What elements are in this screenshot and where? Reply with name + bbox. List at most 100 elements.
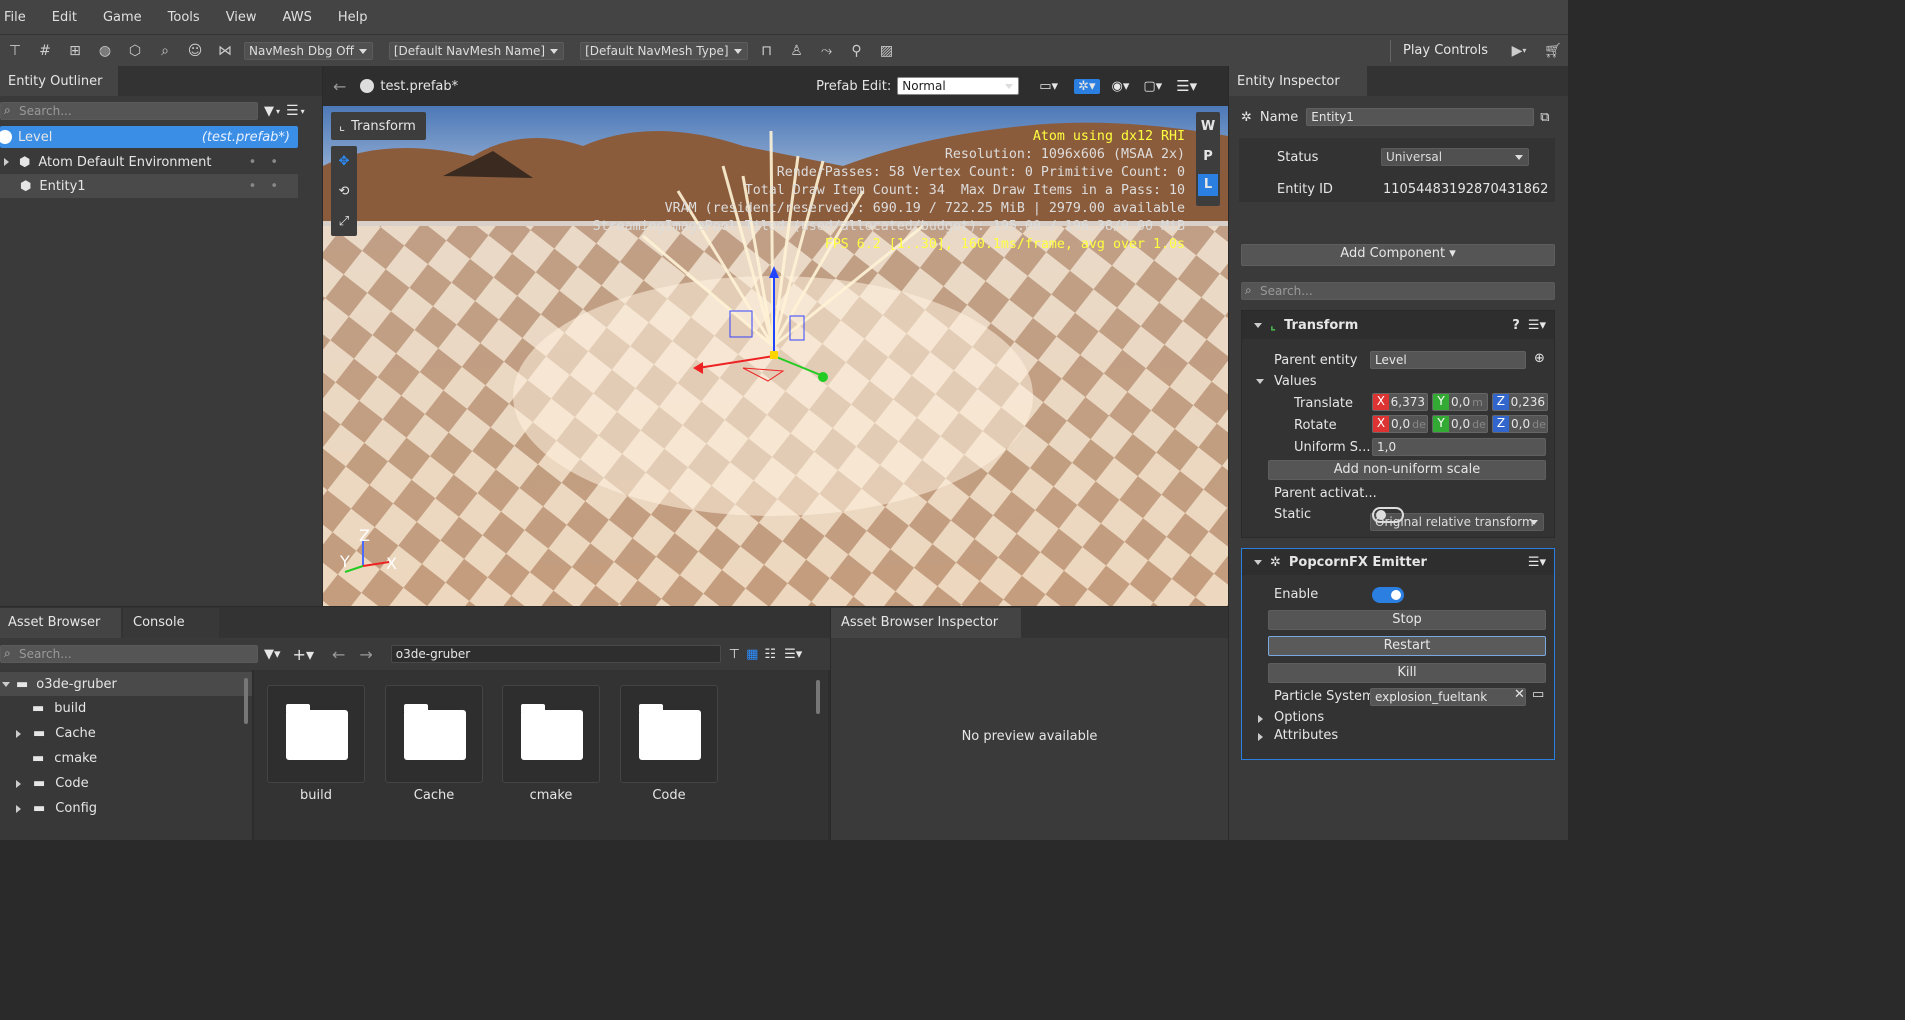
grid-view-icon[interactable]: ▦ [746, 647, 758, 662]
collapse-icon[interactable] [1254, 559, 1262, 565]
viewport-menu-icon[interactable]: ☰▾ [1176, 77, 1197, 95]
local-space-button[interactable]: L [1198, 174, 1218, 196]
network-icon[interactable]: ⋈ [214, 41, 236, 61]
tree-item-config[interactable]: ▬ Config [0, 796, 252, 821]
translate-y-field[interactable]: Y 0,0 m [1432, 393, 1488, 411]
wire-cube-icon[interactable]: ⬡ [124, 41, 146, 61]
rotate-y-field[interactable]: Y 0,0 de [1432, 415, 1488, 433]
tree-item-code[interactable]: ▬ Code [0, 771, 252, 796]
abi-tab[interactable]: Asset Browser Inspector [831, 607, 1021, 638]
path-field[interactable]: o3de-gruber [390, 645, 721, 663]
console-tab[interactable]: Console [123, 607, 219, 638]
component-search-input[interactable]: Search... [1241, 282, 1555, 300]
menu-aws[interactable]: AWS [283, 10, 312, 25]
folder-tile-build[interactable] [267, 685, 365, 783]
menu-icon[interactable]: ☰ [286, 103, 299, 119]
outliner-search-input[interactable]: Search... [0, 102, 258, 120]
collapse-icon[interactable] [1254, 322, 1262, 328]
people-icon[interactable]: ☺ [184, 41, 206, 61]
name-field[interactable]: Entity1 [1306, 108, 1535, 126]
view-menu-icon[interactable]: ☰▾ [784, 647, 802, 662]
scale-icon[interactable]: ⤢ [331, 206, 357, 236]
grid-snap-icon[interactable]: ⊞ [64, 41, 86, 61]
folder-tile-cmake[interactable] [502, 685, 600, 783]
tree-item-cmake[interactable]: ▬ cmake [0, 746, 252, 771]
grid-scrollbar[interactable] [816, 680, 820, 714]
help-icon[interactable]: ? [1512, 318, 1520, 333]
kill-button[interactable]: Kill [1268, 663, 1546, 683]
folder-tile-code[interactable] [620, 685, 718, 783]
asset-search-input[interactable]: Search... [0, 645, 258, 663]
menu-edit[interactable]: Edit [52, 10, 77, 25]
component-menu-icon[interactable]: ☰▾ [1528, 318, 1546, 333]
image-icon[interactable]: ▨ [876, 41, 898, 61]
browse-folder-icon[interactable]: ▭ [1532, 687, 1544, 702]
translate-x-field[interactable]: X 6,373 [1372, 393, 1428, 411]
back-arrow-icon[interactable]: ← [333, 77, 346, 96]
component-menu-icon[interactable]: ☰▾ [1528, 555, 1546, 570]
asset-browser-tab[interactable]: Asset Browser [0, 607, 121, 638]
path-icon[interactable]: ⤳ [816, 41, 838, 61]
walk-icon[interactable]: ♙ [786, 41, 808, 61]
filter-icon[interactable]: ▼▾ [264, 647, 281, 662]
world-space-button[interactable]: W [1196, 112, 1220, 142]
hierarchy-icon[interactable]: ⊤ [4, 41, 26, 61]
options-label[interactable]: Options [1274, 710, 1324, 725]
folder-tile-cache[interactable] [385, 685, 483, 783]
menu-tools[interactable]: Tools [168, 10, 200, 25]
attributes-expand-icon[interactable] [1258, 733, 1263, 741]
wire-sphere-icon[interactable]: ◍ [94, 41, 116, 61]
menu-help[interactable]: Help [338, 10, 368, 25]
clear-icon[interactable]: ✕ [1514, 687, 1525, 702]
parent-entity-field[interactable]: Level [1370, 351, 1526, 369]
eye-icon[interactable]: ◉▾ [1112, 79, 1130, 94]
viewport-3d[interactable]: Atom using dx12 RHI Resolution: 1096x606… [323, 106, 1228, 606]
layout-icon[interactable]: ▢▾ [1143, 79, 1162, 94]
search-map-icon[interactable]: ⌕ [154, 41, 176, 61]
values-collapse-icon[interactable] [1256, 379, 1264, 384]
cart-icon[interactable]: 🛒︎ [1542, 41, 1564, 61]
outliner-item-level[interactable]: Level (test.prefab*) [0, 126, 298, 148]
menu-chevron-icon[interactable]: ▾ [301, 107, 305, 116]
translate-z-field[interactable]: Z 0,236 [1492, 393, 1548, 411]
transform-mode-button[interactable]: ⌞ Transform [331, 112, 426, 140]
outliner-item-entity1[interactable]: ⬢ Entity1 •• [0, 174, 298, 198]
status-dropdown[interactable]: Universal [1381, 148, 1529, 166]
enable-toggle[interactable] [1372, 587, 1404, 603]
navmesh-type-dropdown[interactable]: [Default NavMesh Type] [580, 41, 748, 60]
rotate-icon[interactable]: ⟲ [331, 176, 357, 206]
viewport-tab[interactable]: test.prefab* [380, 79, 458, 94]
static-toggle[interactable] [1372, 507, 1404, 523]
expand-icon[interactable] [4, 158, 9, 166]
tree-item-root[interactable]: ▬ o3de-gruber [0, 672, 252, 696]
outliner-tab[interactable]: Entity Outliner [0, 66, 118, 96]
debug-icon[interactable]: ✲▾ [1074, 78, 1100, 94]
navmesh-name-dropdown[interactable]: [Default NavMesh Name] [388, 41, 565, 60]
tree-item-cache[interactable]: ▬ Cache [0, 721, 252, 746]
parent-space-button[interactable]: P [1196, 142, 1220, 172]
stop-button[interactable]: Stop [1268, 610, 1546, 630]
move-icon[interactable]: ✥ [331, 146, 357, 176]
rotate-z-field[interactable]: Z 0,0 de [1492, 415, 1548, 433]
attributes-label[interactable]: Attributes [1274, 728, 1338, 743]
grid-icon[interactable]: # [34, 41, 56, 61]
door-icon[interactable]: ⊓ [756, 41, 778, 61]
forward-arrow-icon[interactable]: → [359, 645, 372, 664]
tree-view-icon[interactable]: ⊤ [729, 647, 740, 662]
visibility-dots[interactable]: •• [249, 155, 292, 170]
camera-icon[interactable]: ▭▾ [1039, 79, 1058, 94]
prefab-edit-dropdown[interactable]: Normal [897, 77, 1020, 95]
pin-icon[interactable]: ⧉ [1540, 110, 1549, 125]
menu-view[interactable]: View [226, 10, 257, 25]
tree-item-build[interactable]: ▬ build [0, 696, 252, 721]
add-nonuniform-scale-button[interactable]: Add non-uniform scale [1268, 460, 1546, 480]
menu-game[interactable]: Game [103, 10, 142, 25]
outliner-item-atom-env[interactable]: ⬢ Atom Default Environment •• [0, 150, 322, 174]
add-icon[interactable]: +▾ [293, 645, 314, 664]
uniform-scale-field[interactable]: 1,0 [1372, 438, 1546, 456]
filter-icon[interactable]: ▼ [264, 104, 274, 119]
visibility-dots[interactable]: •• [249, 179, 292, 194]
inspector-tab[interactable]: Entity Inspector [1229, 66, 1367, 96]
list-view-icon[interactable]: ☷ [764, 647, 776, 662]
menu-file[interactable]: File [4, 10, 26, 25]
